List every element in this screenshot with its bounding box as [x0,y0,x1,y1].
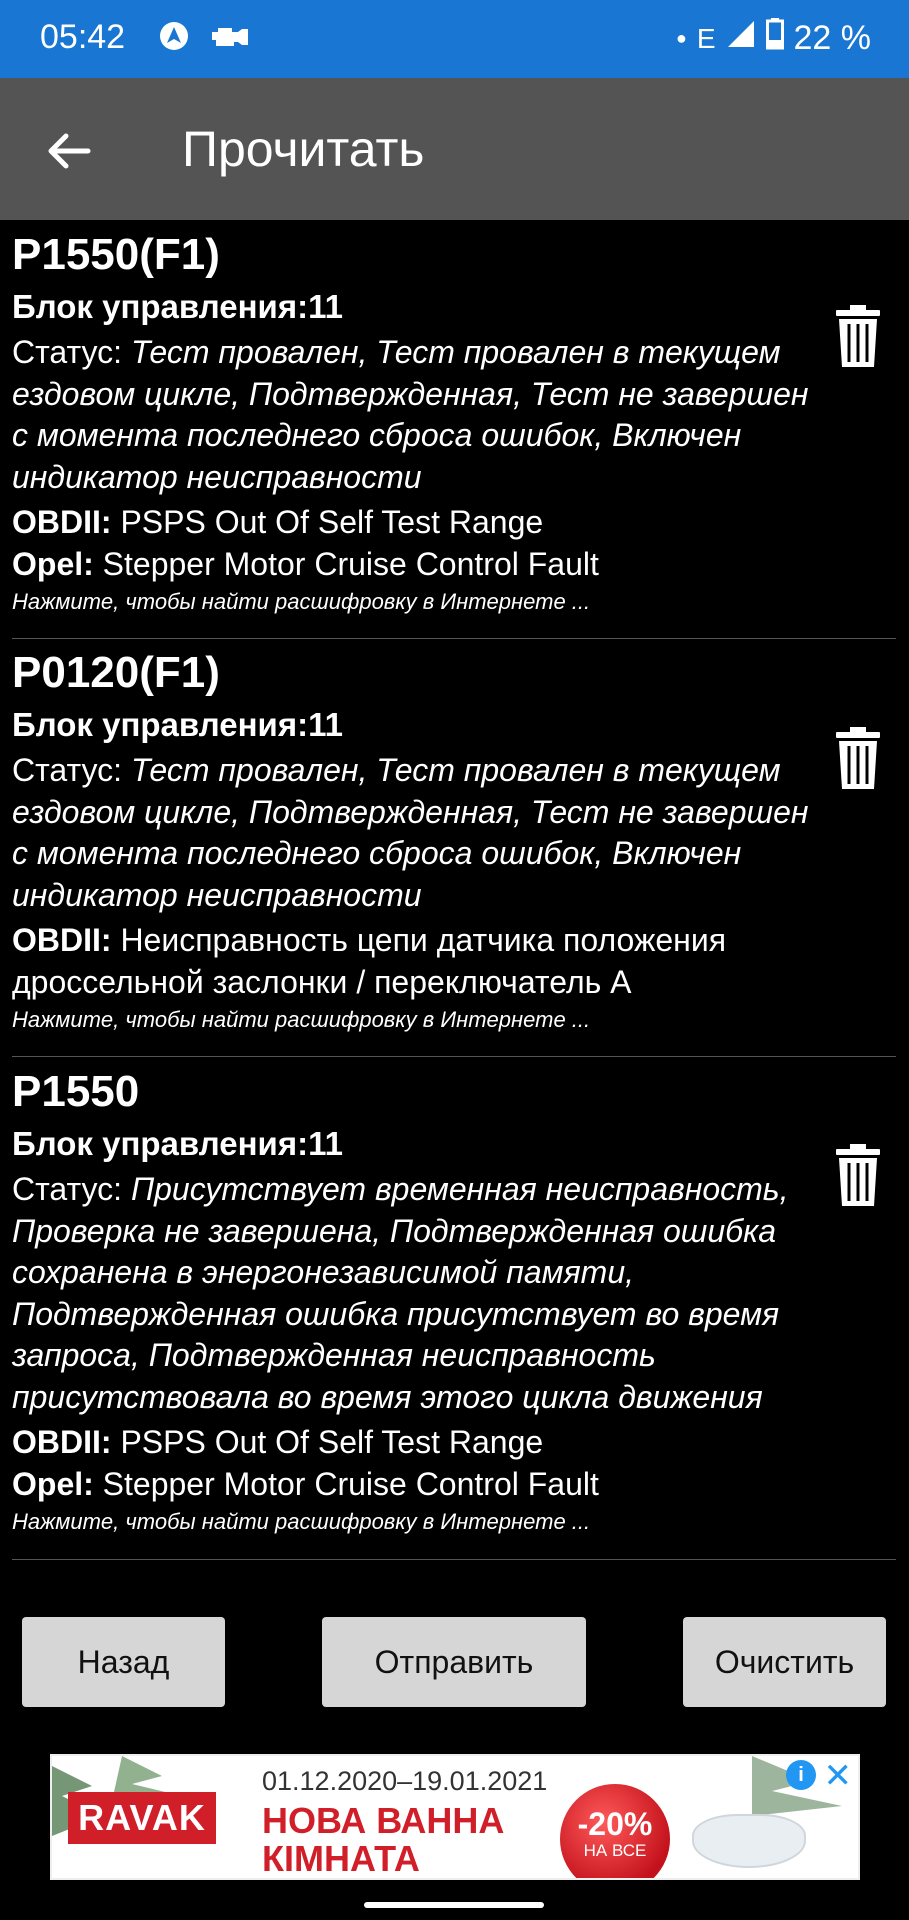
status-bar: 05:42 ● E 22 % [0,0,909,78]
delete-trash-icon[interactable] [834,304,882,368]
discount-value: -20% [577,1806,653,1842]
dtc-status: Статус: Присутствует временная неисправн… [12,1171,789,1415]
ad-close-icon[interactable]: ✕ [824,1756,853,1796]
app-bar: Прочитать [0,78,909,220]
bathtub-image [692,1814,806,1868]
search-online-link[interactable]: Нажмите, чтобы найти расшифровку в Интер… [12,1005,896,1045]
delete-trash-icon[interactable] [834,726,882,790]
ad-headline-1: НОВА ВАННА [262,1800,505,1841]
notification-dot-icon: ● [675,28,687,48]
home-indicator[interactable] [364,1902,544,1908]
search-online-link[interactable]: Нажмите, чтобы найти расшифровку в Интер… [12,587,896,627]
dtc-code: P1550 [12,1067,140,1116]
network-type: E [696,22,716,54]
ad-banner[interactable]: RAVAK 01.12.2020–19.01.2021 НОВА ВАННА К… [50,1754,860,1880]
status-time: 05:42 [40,18,126,56]
dtc-code: P0120(F1) [12,648,220,697]
obd-description: OBDII: Неисправность цепи датчика положе… [12,922,727,1000]
dtc-status: Статус: Тест провален, Тест провален в т… [12,752,809,913]
manufacturer-description: Opel: Stepper Motor Cruise Control Fault [12,1465,599,1502]
delete-trash-icon[interactable] [834,1143,882,1207]
dtc-code: P1550(F1) [12,230,220,279]
dtc-item[interactable]: P0120(F1) Блок управления:11 Статус: Тес… [12,640,896,1057]
clear-button[interactable]: Очистить [683,1617,886,1707]
ad-info-icon[interactable]: i [786,1760,816,1790]
search-online-link[interactable]: Нажмите, чтобы найти расшифровку в Интер… [12,1507,896,1547]
back-arrow-icon[interactable] [44,126,94,176]
ad-dates: 01.12.2020–19.01.2021 [262,1766,548,1796]
battery-level: 22 % [793,19,872,57]
manufacturer-description: Opel: Stepper Motor Cruise Control Fault [12,545,599,582]
brand-logo: RAVAK [68,1792,216,1844]
back-button[interactable]: Назад [22,1617,225,1707]
battery-icon [765,18,784,59]
obd-description: OBDII: PSPS Out Of Self Test Range [12,1424,544,1460]
send-button[interactable]: Отправить [322,1617,586,1707]
navigation-notification-icon [158,20,190,57]
dtc-status: Статус: Тест провален, Тест провален в т… [12,334,809,495]
control-unit: Блок управления:11 [12,1125,343,1162]
ad-headline-2: КІМНАТА [262,1838,420,1879]
page-title: Прочитать [182,121,425,177]
control-unit: Блок управления:11 [12,288,343,325]
discount-sub: НА ВСЕ [583,1841,647,1860]
dtc-item[interactable]: P1550 Блок управления:11 Статус: Присутс… [12,1059,896,1560]
signal-icon [726,19,756,58]
engine-notification-icon [208,20,252,57]
obd-description: OBDII: PSPS Out Of Self Test Range [12,504,544,540]
dtc-item[interactable]: P1550(F1) Блок управления:11 Статус: Тес… [12,222,896,639]
control-unit: Блок управления:11 [12,706,343,743]
